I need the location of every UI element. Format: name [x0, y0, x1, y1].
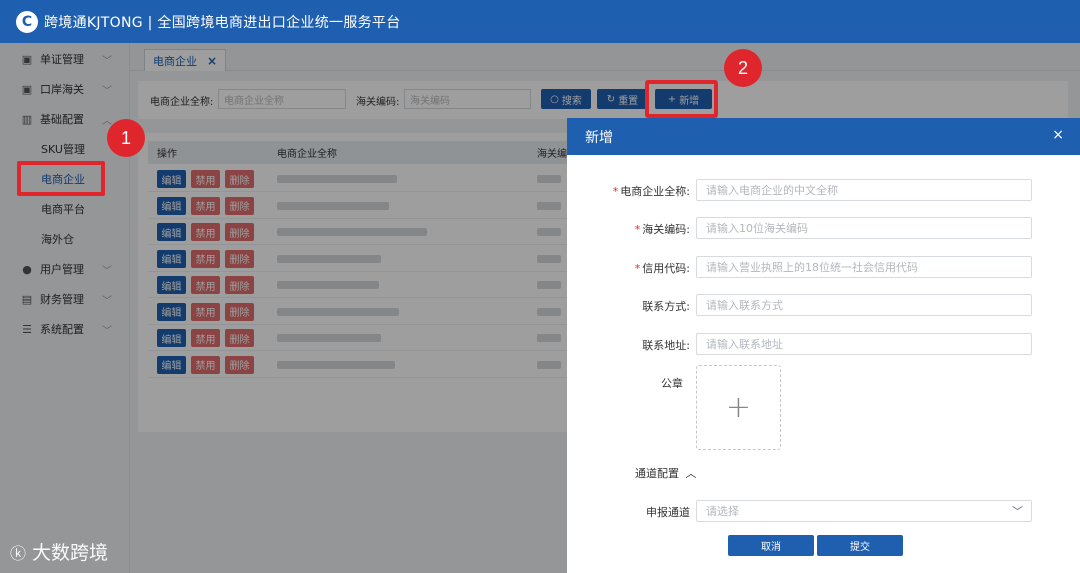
- cancel-button[interactable]: 取消: [728, 535, 814, 556]
- dialog-header: 新增 ×: [567, 118, 1080, 155]
- dialog-title: 新增: [585, 129, 613, 146]
- field-label: 联系方式:: [642, 300, 690, 313]
- field-credit-code: * 信用代码: 请输入营业执照上的18位统一社会信用代码: [567, 256, 1080, 278]
- watermark-text: 大数跨境: [32, 542, 109, 564]
- watermark-logo-icon: ⓚ: [10, 543, 27, 563]
- channel-select[interactable]: 请选择 ﹀: [696, 500, 1032, 522]
- watermark: ⓚ 大数跨境: [10, 538, 108, 565]
- annotation-circle-1: 1: [107, 119, 145, 157]
- channel-select-value: 请选择: [706, 505, 739, 518]
- field-address: 联系地址: 请输入联系地址: [567, 333, 1080, 355]
- customs-code-field[interactable]: 请输入10位海关编码: [696, 217, 1032, 239]
- field-customs-code: * 海关编码: 请输入10位海关编码: [567, 217, 1080, 239]
- field-label: 申报通道: [646, 506, 690, 519]
- field-contact: 联系方式: 请输入联系方式: [567, 294, 1080, 316]
- field-label: 联系地址:: [642, 339, 690, 352]
- logo-icon: C: [16, 10, 38, 33]
- field-label: * 信用代码:: [634, 262, 690, 275]
- channel-section-label: 通道配置: [635, 467, 679, 480]
- credit-code-field[interactable]: 请输入营业执照上的18位统一社会信用代码: [696, 256, 1032, 278]
- annotation-circle-2: 2: [724, 49, 762, 87]
- add-company-dialog: 新增 × * 电商企业全称: 请输入电商企业的中文全称 * 海关编码: 请输入10位…: [567, 118, 1080, 573]
- top-header: C 跨境通KJTONG | 全国跨境电商进出口企业统一服务平台: [0, 0, 1080, 43]
- app-title: 跨境通KJTONG | 全国跨境电商进出口企业统一服务平台: [44, 14, 401, 31]
- contact-field[interactable]: 请输入联系方式: [696, 294, 1032, 316]
- field-channel: 申报通道 请选择 ﹀: [567, 500, 1080, 522]
- field-label: * 电商企业全称:: [612, 185, 690, 198]
- field-company-name: * 电商企业全称: 请输入电商企业的中文全称: [567, 179, 1080, 201]
- company-name-field[interactable]: 请输入电商企业的中文全称: [696, 179, 1032, 201]
- highlight-box-add: [645, 80, 718, 118]
- seal-label: 公章: [661, 377, 683, 390]
- chevron-down-icon: ﹀: [1012, 505, 1023, 518]
- plus-icon: +: [725, 390, 752, 425]
- channel-section-toggle[interactable]: 通道配置 ︿: [635, 465, 697, 481]
- chevron-up-icon: ︿: [685, 467, 697, 480]
- field-label: * 海关编码:: [634, 223, 690, 236]
- address-field[interactable]: 请输入联系地址: [696, 333, 1032, 355]
- close-icon[interactable]: ×: [1052, 127, 1064, 143]
- seal-upload[interactable]: +: [696, 365, 781, 450]
- submit-button[interactable]: 提交: [817, 535, 903, 556]
